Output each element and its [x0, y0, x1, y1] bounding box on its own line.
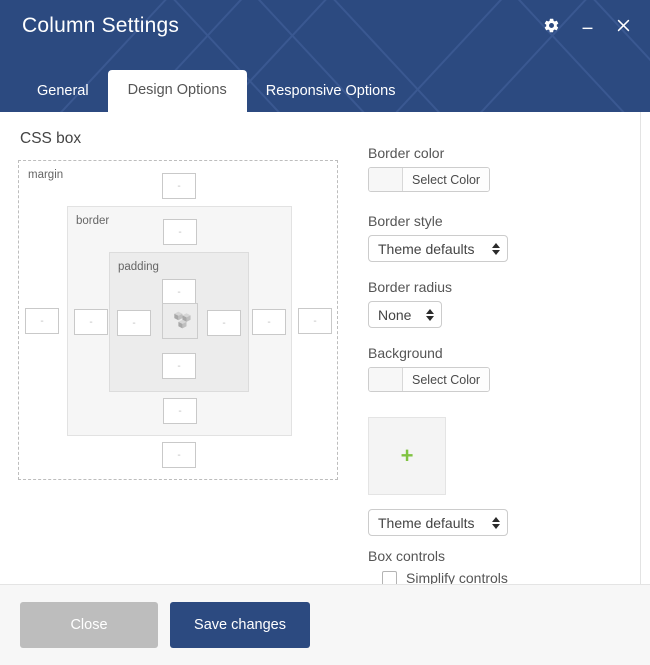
css-box-title: CSS box — [20, 130, 82, 147]
margin-bottom-input[interactable] — [162, 442, 196, 468]
background-image-group: + Theme defaults — [368, 417, 641, 536]
gear-icon[interactable] — [540, 14, 562, 36]
border-color-swatch[interactable] — [369, 168, 403, 191]
border-radius-label: Border radius — [368, 279, 453, 295]
border-bottom-input[interactable] — [163, 398, 197, 424]
dialog-body: CSS box margin border — [0, 112, 650, 584]
margin-top-input[interactable] — [162, 173, 196, 199]
border-label: border — [76, 215, 110, 227]
padding-right-input[interactable] — [207, 310, 241, 336]
box-controls-label: Box controls — [368, 548, 446, 564]
background-style-select[interactable]: Theme defaults — [368, 509, 508, 536]
border-style-select[interactable]: Theme defaults — [368, 235, 508, 262]
margin-box: margin border padding — [18, 160, 338, 480]
window-controls — [540, 14, 634, 36]
border-style-label: Border style — [368, 213, 443, 229]
margin-left-input[interactable] — [25, 308, 59, 334]
background-color-select-label[interactable]: Select Color — [403, 368, 490, 391]
css-box-panel: CSS box margin border — [0, 130, 360, 584]
scroll-divider — [640, 112, 641, 584]
save-changes-button[interactable]: Save changes — [170, 602, 310, 648]
border-radius-selectwrap: None — [368, 301, 442, 328]
background-color-swatch[interactable] — [369, 368, 403, 391]
margin-right-input[interactable] — [298, 308, 332, 334]
tab-general[interactable]: General — [20, 72, 106, 112]
simplify-controls-checkbox[interactable] — [382, 570, 397, 584]
padding-bottom-input[interactable] — [162, 353, 196, 379]
close-icon[interactable] — [612, 14, 634, 36]
border-radius-select[interactable]: None — [368, 301, 442, 328]
minimize-icon[interactable] — [576, 14, 598, 36]
dialog-title: Column Settings — [22, 14, 180, 37]
padding-top-input[interactable] — [162, 279, 196, 305]
dialog-footer: Close Save changes — [0, 584, 650, 665]
design-options-panel: Border color Select Color Border style T… — [360, 130, 641, 584]
border-style-selectwrap: Theme defaults — [368, 235, 508, 262]
background-image-upload[interactable]: + — [368, 417, 446, 495]
border-color-picker[interactable]: Select Color — [368, 167, 491, 192]
padding-label: padding — [118, 261, 159, 273]
tab-responsive-options[interactable]: Responsive Options — [249, 72, 413, 112]
border-left-input[interactable] — [74, 309, 108, 335]
border-style-group: Border style Theme defaults — [368, 213, 641, 262]
plus-icon[interactable]: + — [401, 445, 414, 467]
cube-blocks-icon — [174, 311, 191, 329]
tab-design-options[interactable]: Design Options — [107, 69, 247, 112]
border-color-group: Border color Select Color — [368, 145, 641, 196]
simplify-controls-label[interactable]: Simplify controls — [406, 570, 508, 584]
dialog-header: Column Settings General Design Options R… — [0, 0, 650, 112]
margin-label: margin — [28, 169, 64, 181]
border-radius-group: Border radius None — [368, 279, 641, 328]
content-box — [162, 303, 198, 339]
border-color-label: Border color — [368, 145, 445, 161]
background-style-selectwrap: Theme defaults — [368, 509, 508, 536]
dialog-tabs: General Design Options Responsive Option… — [20, 69, 413, 112]
background-color-group: Background Select Color — [368, 345, 641, 396]
border-color-select-label[interactable]: Select Color — [403, 168, 490, 191]
box-controls-group: Box controls Simplify controls — [368, 548, 641, 584]
simplify-controls-row[interactable]: Simplify controls — [382, 570, 641, 584]
background-color-picker[interactable]: Select Color — [368, 367, 491, 392]
column-settings-dialog: Column Settings General Design Options R… — [0, 0, 650, 665]
close-button[interactable]: Close — [20, 602, 158, 648]
border-right-input[interactable] — [252, 309, 286, 335]
background-label: Background — [368, 345, 443, 361]
border-top-input[interactable] — [163, 219, 197, 245]
padding-left-input[interactable] — [117, 310, 151, 336]
